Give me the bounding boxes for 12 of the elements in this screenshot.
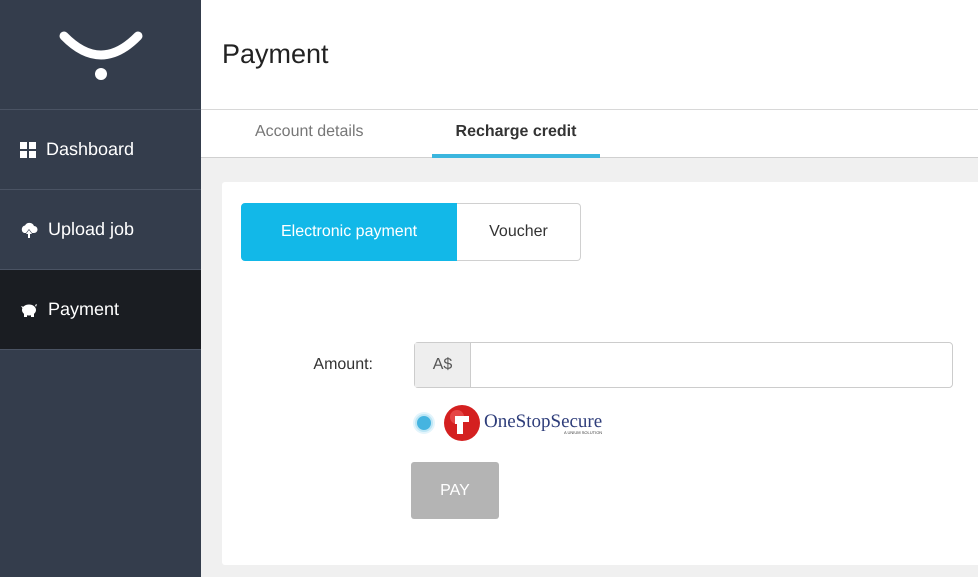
tab[interactable]: Account details [231,110,388,158]
logo-icon [58,30,142,80]
radio-button[interactable] [415,414,433,432]
page-title: Payment [222,39,329,70]
tab[interactable]: Recharge credit [432,110,600,158]
amount-field[interactable]: A$ [414,342,953,388]
segment-button[interactable]: Voucher [457,203,581,261]
sidebar-item[interactable]: Payment [0,270,201,350]
amount-label: Amount: [312,356,374,374]
grid-icon [20,142,36,158]
piggy-bank-icon [20,302,38,318]
cloud-upload-icon [20,222,38,238]
